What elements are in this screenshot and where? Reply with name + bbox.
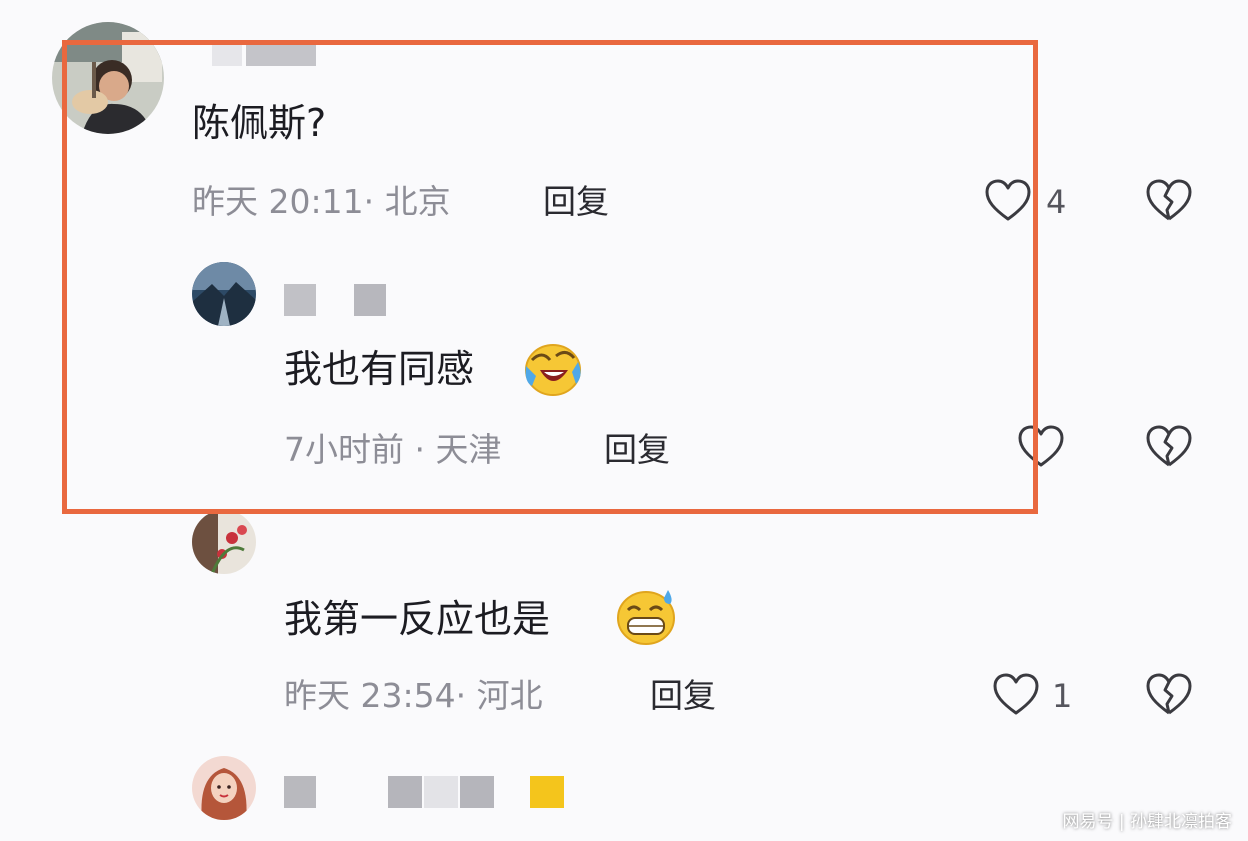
reply-button[interactable]: 回复: [604, 430, 670, 470]
broken-heart-icon[interactable]: [1145, 424, 1193, 468]
sweat-grin-emoji: [614, 588, 678, 646]
like-count: 4: [1046, 183, 1067, 221]
censored-username: [246, 44, 316, 66]
heart-icon[interactable]: [992, 672, 1040, 716]
censored-username: [284, 284, 316, 316]
like-count: 1: [1052, 677, 1073, 715]
heart-icon[interactable]: [984, 178, 1032, 222]
comment-meta: 昨天 23:54· 河北: [284, 676, 543, 715]
censored-username: [460, 776, 494, 808]
censored-username: [388, 776, 422, 808]
heart-icon[interactable]: [1017, 424, 1065, 468]
censored-username: [212, 44, 242, 66]
comment-meta: 7小时前 · 天津: [284, 430, 502, 469]
avatar[interactable]: [192, 756, 256, 820]
avatar[interactable]: [192, 510, 256, 574]
censored-username: [424, 776, 458, 808]
comment-text: 我也有同感: [284, 347, 475, 391]
broken-heart-icon[interactable]: [1145, 672, 1193, 716]
crying-laughing-emoji: [522, 340, 584, 398]
broken-heart-icon[interactable]: [1145, 178, 1193, 222]
comment-meta: 昨天 20:11· 北京: [192, 182, 451, 221]
watermark: 网易号 | 孙肆北凛拍客: [1062, 812, 1232, 832]
comment-text: 我第一反应也是: [284, 597, 551, 641]
censored-username: [284, 776, 316, 808]
user-badge: [530, 776, 564, 808]
reply-button[interactable]: 回复: [543, 182, 609, 222]
avatar[interactable]: [192, 262, 256, 326]
censored-username: [354, 284, 386, 316]
comment-text: 陈佩斯?: [192, 101, 327, 145]
avatar[interactable]: [52, 22, 164, 134]
reply-button[interactable]: 回复: [650, 676, 716, 716]
